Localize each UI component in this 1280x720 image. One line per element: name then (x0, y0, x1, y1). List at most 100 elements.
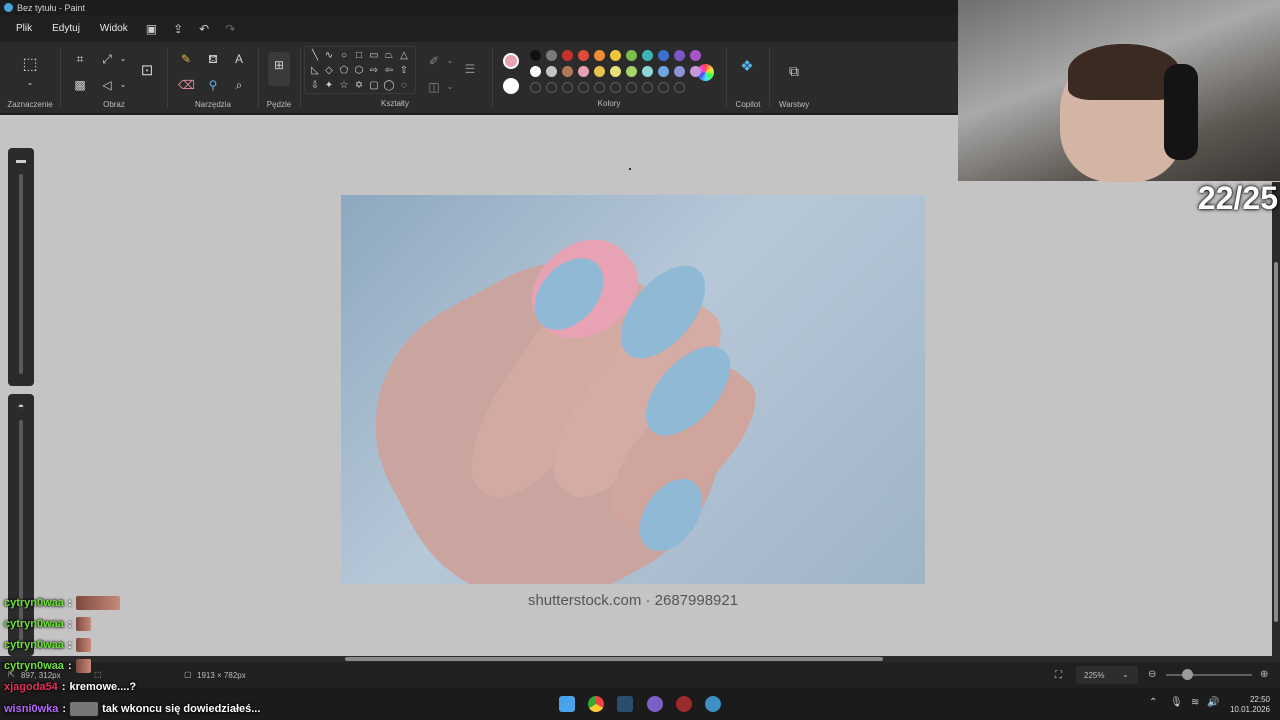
custom-color-slot[interactable] (546, 82, 557, 93)
magnifier-icon[interactable]: ⌕ (231, 78, 247, 92)
shape-triangle-icon[interactable]: △ (398, 50, 410, 62)
outline-icon[interactable]: ✐ (426, 54, 442, 68)
zoom-in-icon[interactable]: ⊕ (1260, 669, 1268, 680)
shape-diamond-icon[interactable]: ◇ (323, 65, 335, 77)
palette-swatch[interactable] (626, 66, 637, 77)
palette-swatch[interactable] (562, 50, 573, 61)
shape-arrow-left-icon[interactable]: ⇦ (383, 65, 395, 77)
palette-swatch[interactable] (674, 66, 685, 77)
shape-star5-icon[interactable]: ☆ (338, 80, 350, 92)
zoom-dropdown[interactable]: 225% ⌄ (1076, 666, 1138, 684)
chevron-down-icon[interactable]: ⌄ (442, 54, 458, 68)
palette-swatch[interactable] (642, 66, 653, 77)
shape-polygon-icon[interactable]: ⏢ (383, 50, 395, 62)
crop-icon[interactable]: ⌗ (72, 52, 88, 66)
copilot-icon[interactable]: ❖ (739, 59, 755, 74)
resize-icon[interactable]: ⤢ (99, 52, 115, 66)
palette-swatch[interactable] (690, 50, 701, 61)
remove-background-icon[interactable]: ▩ (72, 78, 88, 92)
chevron-down-icon[interactable]: ⌄ (115, 52, 131, 66)
palette-swatch[interactable] (594, 50, 605, 61)
shape-arrow-down-icon[interactable]: ⇩ (309, 80, 321, 92)
palette-swatch[interactable] (626, 50, 637, 61)
chevron-up-icon[interactable]: ⌃ (1149, 697, 1157, 708)
primary-color-swatch[interactable] (503, 53, 519, 69)
shape-arrow-up-icon[interactable]: ⇧ (398, 65, 410, 77)
palette-swatch[interactable] (578, 66, 589, 77)
palette-swatch[interactable] (594, 66, 605, 77)
custom-color-slot[interactable] (658, 82, 669, 93)
shape-callout-oval-icon[interactable]: ◯ (383, 80, 395, 92)
chevron-down-icon[interactable]: ⌄ (442, 80, 458, 94)
zoom-out-icon[interactable]: ⊖ (1148, 669, 1156, 680)
zoom-slider[interactable] (1166, 674, 1252, 676)
shape-rounded-rectangle-icon[interactable]: ▭ (368, 50, 380, 62)
palette-swatch[interactable] (546, 66, 557, 77)
shape-pentagon-icon[interactable]: ⬠ (338, 65, 350, 77)
vertical-scrollbar[interactable] (1272, 182, 1280, 656)
palette-swatch[interactable] (530, 50, 541, 61)
rotate-icon[interactable]: ◁ (99, 78, 115, 92)
palette-swatch[interactable] (674, 50, 685, 61)
palette-swatch[interactable] (610, 50, 621, 61)
shape-curve-icon[interactable]: ∿ (323, 50, 335, 62)
steam-icon[interactable] (617, 696, 633, 712)
palette-swatch[interactable] (658, 50, 669, 61)
palette-swatch[interactable] (578, 50, 589, 61)
palette-swatch[interactable] (546, 50, 557, 61)
shape-star4-icon[interactable]: ✦ (323, 80, 335, 92)
custom-color-slot[interactable] (642, 82, 653, 93)
pencil-icon[interactable]: ✎ (178, 52, 194, 66)
chevron-down-icon[interactable]: ⌄ (22, 76, 38, 90)
palette-swatch[interactable] (690, 66, 701, 77)
menu-edit[interactable]: Edytuj (42, 15, 90, 42)
share-icon[interactable]: ⇪ (165, 15, 191, 42)
brush-size-slider[interactable] (19, 174, 23, 374)
shape-callout-cloud-icon[interactable]: ◌ (398, 80, 410, 92)
eraser-icon[interactable]: ⌫ (178, 78, 195, 92)
selection-rectangle-icon[interactable]: ⬚ (22, 57, 38, 73)
custom-color-slot[interactable] (610, 82, 621, 93)
clock-date[interactable]: 10.01.2026 (1222, 705, 1270, 714)
app-icon[interactable] (676, 696, 692, 712)
custom-color-slot[interactable] (578, 82, 589, 93)
secondary-color-swatch[interactable] (503, 78, 519, 94)
save-icon[interactable]: ▣ (138, 15, 165, 42)
palette-swatch[interactable] (642, 50, 653, 61)
shape-rectangle-icon[interactable]: □ (353, 50, 365, 62)
layers-icon[interactable]: ⧉ (786, 64, 802, 78)
menu-file[interactable]: Plik (6, 15, 42, 42)
palette-swatch[interactable] (562, 66, 573, 77)
custom-color-slot[interactable] (594, 82, 605, 93)
microphone-icon[interactable]: 🎙 (1170, 697, 1183, 708)
undo-icon[interactable]: ↶ (191, 15, 217, 42)
clock-time[interactable]: 22:50 (1230, 695, 1270, 704)
volume-icon[interactable]: 🔊 (1207, 697, 1219, 708)
windows-start-icon[interactable] (559, 696, 575, 712)
custom-color-slot[interactable] (674, 82, 685, 93)
shape-callout-rect-icon[interactable]: ▢ (368, 80, 380, 92)
chevron-down-icon[interactable]: ⌄ (115, 78, 131, 92)
wifi-icon[interactable]: ≋ (1191, 697, 1199, 708)
discord-icon[interactable] (647, 696, 663, 712)
opacity-slider[interactable] (19, 420, 23, 646)
fill-bucket-icon[interactable]: ⛾ (205, 52, 221, 66)
shape-size-icon[interactable]: ☰ (462, 62, 478, 76)
chrome-icon[interactable] (588, 696, 604, 712)
shape-line-icon[interactable]: ╲ (309, 50, 321, 62)
shape-star6-icon[interactable]: ✡ (353, 80, 365, 92)
custom-color-slot[interactable] (562, 82, 573, 93)
shape-right-triangle-icon[interactable]: ◺ (309, 65, 321, 77)
shape-arrow-right-icon[interactable]: ⇨ (368, 65, 380, 77)
image-select-icon[interactable]: ⊡ (139, 63, 155, 78)
custom-color-slot[interactable] (530, 82, 541, 93)
text-icon[interactable]: A (231, 52, 247, 66)
zoom-slider-thumb[interactable] (1182, 669, 1193, 680)
color-picker-icon[interactable]: ⚲ (205, 78, 221, 92)
custom-color-slot[interactable] (626, 82, 637, 93)
shape-oval-icon[interactable]: ○ (338, 50, 350, 62)
palette-swatch[interactable] (530, 66, 541, 77)
brush-button[interactable]: ⊞ (268, 52, 290, 86)
fill-icon[interactable]: ◫ (426, 80, 442, 94)
paint-taskbar-icon[interactable] (705, 696, 721, 712)
